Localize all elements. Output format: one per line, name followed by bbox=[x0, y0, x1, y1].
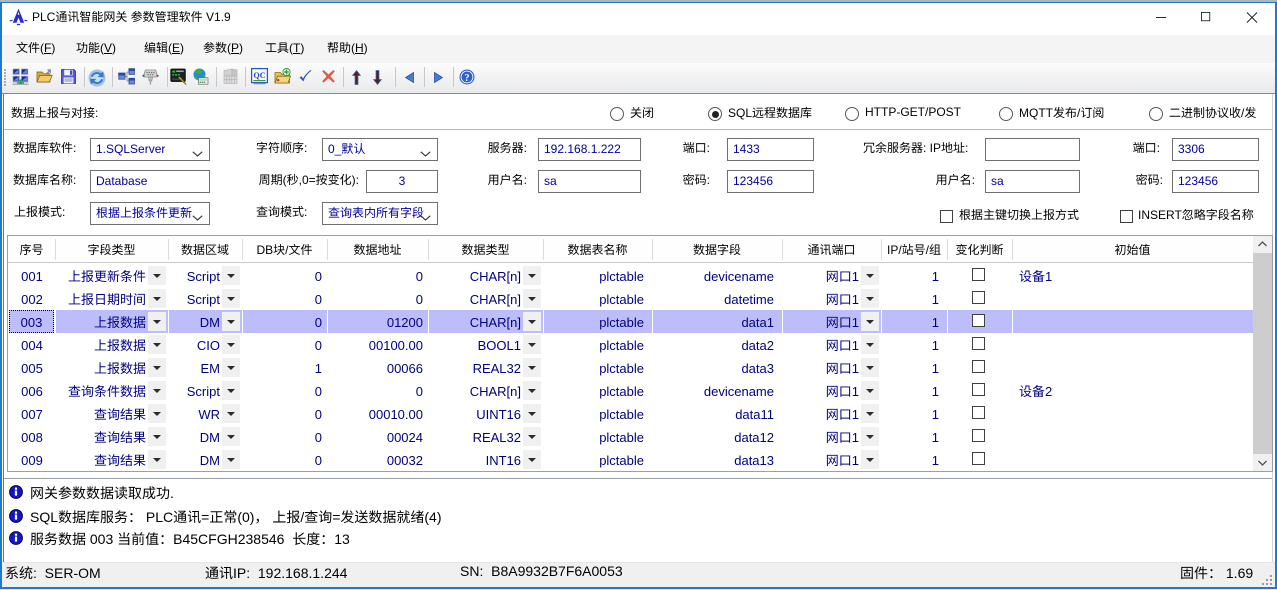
svg-text:?: ? bbox=[465, 73, 470, 84]
svg-text:QC: QC bbox=[254, 71, 266, 80]
